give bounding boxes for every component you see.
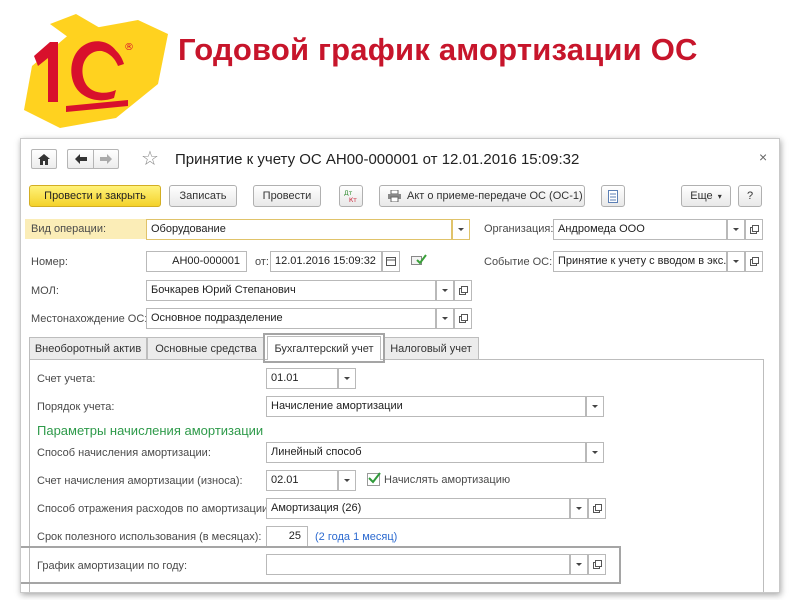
location-dropdown[interactable] xyxy=(436,308,454,329)
slide-title: Годовой график амортизации ОС xyxy=(178,32,698,67)
useful-life-field[interactable]: 25 xyxy=(266,526,308,547)
dt-kt-button[interactable]: Дт Кт xyxy=(339,185,363,207)
accrue-checkbox[interactable] xyxy=(367,472,381,486)
event-field[interactable]: Принятие к учету с вводом в экс. xyxy=(553,251,727,272)
location-label: Местонахождение ОС: xyxy=(31,313,148,325)
mol-dropdown[interactable] xyxy=(436,280,454,301)
schedule-dropdown[interactable] xyxy=(570,554,588,575)
method-label: Способ начисления амортизации: xyxy=(37,447,211,459)
schedule-open-button[interactable] xyxy=(588,554,606,575)
home-icon xyxy=(38,153,50,165)
expense-open-button[interactable] xyxy=(588,498,606,519)
operation-field[interactable]: Оборудование xyxy=(146,219,452,240)
order-label: Порядок учета: xyxy=(37,401,115,413)
document-title: Принятие к учету ОС АН00-000001 от 12.01… xyxy=(175,151,580,168)
date-label: от: xyxy=(255,256,269,268)
operation-label: Вид операции: xyxy=(25,219,147,239)
event-label: Событие ОС: xyxy=(484,256,553,268)
close-icon[interactable]: × xyxy=(759,149,767,165)
params-section-title: Параметры начисления амортизации xyxy=(37,423,264,438)
dt-kt-icon: Дт Кт xyxy=(344,190,357,203)
svg-text:Кт: Кт xyxy=(349,197,357,203)
forward-button[interactable] xyxy=(93,149,119,169)
organization-label: Организация: xyxy=(484,223,554,235)
open-form-icon xyxy=(592,504,602,513)
arrow-left-icon xyxy=(74,154,87,164)
number-label: Номер: xyxy=(31,256,68,268)
organization-open-button[interactable] xyxy=(745,219,763,240)
chevron-down-icon: ▾ xyxy=(717,191,722,201)
calendar-icon xyxy=(386,257,396,266)
date-field[interactable]: 12.01.2016 15:09:32 xyxy=(270,251,382,272)
number-field[interactable]: АН00-000001 xyxy=(146,251,247,272)
1c-logo: ® xyxy=(20,14,170,132)
mol-label: МОЛ: xyxy=(31,285,59,297)
open-form-icon xyxy=(458,286,468,295)
mol-open-button[interactable] xyxy=(454,280,472,301)
more-label: Еще xyxy=(690,190,713,202)
act-os1-button[interactable]: Акт о приеме-передаче ОС (ОС-1) xyxy=(379,185,585,207)
event-open-button[interactable] xyxy=(745,251,763,272)
report-button[interactable] xyxy=(601,185,625,207)
calendar-button[interactable] xyxy=(382,251,400,272)
post-button[interactable]: Провести xyxy=(253,185,321,207)
depr-account-label: Счет начисления амортизации (износа): xyxy=(37,475,243,487)
expense-field[interactable]: Амортизация (26) xyxy=(266,498,570,519)
depr-account-dropdown[interactable] xyxy=(338,470,356,491)
tab-noncurrent-asset[interactable]: Внеоборотный актив xyxy=(29,337,147,359)
report-icon xyxy=(608,189,618,203)
post-and-close-button[interactable]: Провести и закрыть xyxy=(29,185,161,207)
back-button[interactable] xyxy=(67,149,93,169)
arrow-right-icon xyxy=(100,154,112,164)
expense-label: Способ отражения расходов по амортизации… xyxy=(37,503,272,515)
depr-account-field[interactable]: 02.01 xyxy=(266,470,338,491)
mol-field[interactable]: Бочкарев Юрий Степанович xyxy=(146,280,436,301)
organization-dropdown[interactable] xyxy=(727,219,745,240)
open-form-icon xyxy=(458,314,468,323)
tab-tax[interactable]: Налоговый учет xyxy=(383,337,479,359)
useful-life-hint: (2 года 1 месяц) xyxy=(315,531,398,543)
accrue-label: Начислять амортизацию xyxy=(384,474,511,486)
act-os1-label: Акт о приеме-передаче ОС (ОС-1) xyxy=(407,190,583,202)
open-form-icon xyxy=(592,560,602,569)
tab-accounting[interactable]: Бухгалтерский учет xyxy=(267,336,381,360)
svg-text:Дт: Дт xyxy=(344,190,353,197)
more-button[interactable]: Еще ▾ xyxy=(681,185,731,207)
save-button[interactable]: Записать xyxy=(169,185,237,207)
favorite-star-icon[interactable]: ☆ xyxy=(141,149,159,169)
useful-life-label: Срок полезного использования (в месяцах)… xyxy=(37,531,262,543)
expense-dropdown[interactable] xyxy=(570,498,588,519)
document-window: ☆ Принятие к учету ОС АН00-000001 от 12.… xyxy=(20,138,780,593)
open-form-icon xyxy=(749,225,759,234)
account-label: Счет учета: xyxy=(37,373,96,385)
order-dropdown[interactable] xyxy=(586,396,604,417)
help-button[interactable]: ? xyxy=(738,185,762,207)
location-open-button[interactable] xyxy=(454,308,472,329)
post-status-icon xyxy=(411,253,427,270)
schedule-field[interactable] xyxy=(266,554,570,575)
method-dropdown[interactable] xyxy=(586,442,604,463)
svg-text:®: ® xyxy=(124,42,134,53)
schedule-label: График амортизации по году: xyxy=(37,560,188,572)
printer-icon xyxy=(388,190,401,202)
order-field[interactable]: Начисление амортизации xyxy=(266,396,586,417)
open-form-icon xyxy=(749,257,759,266)
location-field[interactable]: Основное подразделение xyxy=(146,308,436,329)
method-field[interactable]: Линейный способ xyxy=(266,442,586,463)
account-field[interactable]: 01.01 xyxy=(266,368,338,389)
organization-field[interactable]: Андромеда ООО xyxy=(553,219,727,240)
tab-fixed-assets[interactable]: Основные средства xyxy=(147,337,265,359)
event-dropdown[interactable] xyxy=(727,251,745,272)
account-dropdown[interactable] xyxy=(338,368,356,389)
checkmark-icon xyxy=(368,472,381,484)
operation-dropdown[interactable] xyxy=(452,219,470,240)
home-button[interactable] xyxy=(31,149,57,169)
